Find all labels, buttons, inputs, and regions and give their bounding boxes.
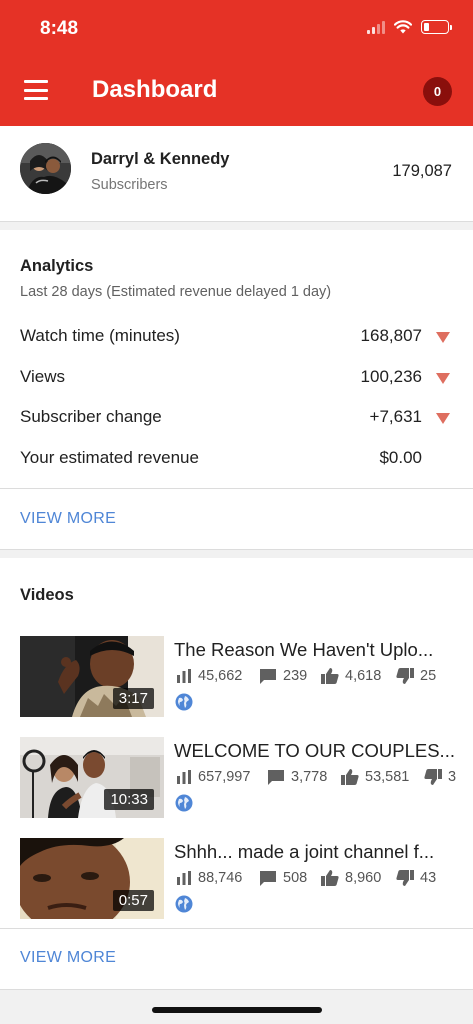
comments-stat: 239 xyxy=(259,668,307,684)
video-thumbnail[interactable]: 3:17 xyxy=(20,636,164,717)
metric-value: 100,236 xyxy=(360,367,422,386)
comments-stat: 508 xyxy=(259,870,307,886)
dislike-count: 3 xyxy=(448,769,457,785)
metric-label: Watch time (minutes) xyxy=(20,326,180,345)
comment-count: 3,778 xyxy=(291,769,328,785)
video-title[interactable]: The Reason We Haven't Uplo... xyxy=(174,639,456,661)
like-count: 4,618 xyxy=(345,668,382,684)
video-title[interactable]: Shhh... made a joint channel f... xyxy=(174,841,456,863)
like-count: 53,581 xyxy=(365,769,410,785)
app-header: 8:48 Dashboard 0 xyxy=(0,0,473,126)
video-stats: 88,746 508 8,960 43 xyxy=(174,870,464,890)
thumbs-up-icon xyxy=(341,769,359,785)
video-duration: 10:33 xyxy=(104,789,154,810)
video-thumbnail[interactable]: 0:57 xyxy=(20,838,164,919)
video-item[interactable]: 10:33 WELCOME TO OUR COUPLES... 657,997 … xyxy=(0,737,473,819)
video-item[interactable]: 0:57 Shhh... made a joint channel f... 8… xyxy=(0,838,473,920)
video-item[interactable]: 3:17 The Reason We Haven't Uplo... 45,66… xyxy=(0,636,473,718)
views-stat: 657,997 xyxy=(176,769,250,785)
comments-stat: 3,778 xyxy=(267,769,327,785)
thumbs-up-icon xyxy=(321,870,339,886)
video-title[interactable]: WELCOME TO OUR COUPLES... xyxy=(174,740,456,762)
analytics-view-more-button[interactable]: VIEW MORE xyxy=(20,510,116,528)
status-icons xyxy=(367,20,452,34)
divider xyxy=(0,488,473,489)
video-stats: 657,997 3,778 53,581 3 xyxy=(174,769,464,789)
dislike-count: 25 xyxy=(420,668,437,684)
view-count: 45,662 xyxy=(198,668,243,684)
menu-button[interactable] xyxy=(24,80,48,100)
metric-views: Views 100,236 xyxy=(20,367,453,393)
bar-chart-icon xyxy=(177,871,191,885)
metric-estimated-revenue: Your estimated revenue $0.00 xyxy=(20,448,453,474)
globe-icon xyxy=(175,794,193,812)
likes-stat: 53,581 xyxy=(341,769,409,785)
video-stats: 45,662 239 4,618 25 xyxy=(174,668,464,688)
thumbs-down-icon xyxy=(396,668,414,684)
subscribers-label: Subscribers xyxy=(91,177,168,193)
views-stat: 88,746 xyxy=(176,870,242,886)
thumbs-down-icon xyxy=(424,769,442,785)
videos-card: Videos 3:17 The Reason We Haven't Uplo..… xyxy=(0,558,473,990)
dislike-count: 43 xyxy=(420,870,437,886)
trend-down-icon xyxy=(436,373,450,384)
dislikes-stat: 43 xyxy=(396,870,436,886)
page-title: Dashboard xyxy=(92,76,218,103)
likes-stat: 4,618 xyxy=(321,668,381,684)
comment-icon xyxy=(260,871,276,886)
status-time: 8:48 xyxy=(40,18,79,39)
analytics-card: Analytics Last 28 days (Estimated revenu… xyxy=(0,230,473,550)
video-thumbnail[interactable]: 10:33 xyxy=(20,737,164,818)
notification-badge[interactable]: 0 xyxy=(423,77,452,106)
metric-label: Views xyxy=(20,367,66,386)
analytics-subtitle: Last 28 days (Estimated revenue delayed … xyxy=(20,284,332,300)
views-stat: 45,662 xyxy=(176,668,242,684)
comment-count: 508 xyxy=(283,870,308,886)
channel-card[interactable]: Darryl & Kennedy Subscribers 179,087 xyxy=(0,126,473,222)
video-duration: 0:57 xyxy=(112,890,154,911)
metric-label: Subscriber change xyxy=(20,407,162,426)
metric-value: $0.00 xyxy=(379,448,422,467)
home-indicator[interactable] xyxy=(152,1007,322,1013)
dislikes-stat: 25 xyxy=(396,668,436,684)
comment-count: 239 xyxy=(283,668,308,684)
thumbs-down-icon xyxy=(396,870,414,886)
bar-chart-icon xyxy=(177,669,191,683)
analytics-title: Analytics xyxy=(20,257,94,275)
videos-view-more-button[interactable]: VIEW MORE xyxy=(20,949,116,967)
like-count: 8,960 xyxy=(345,870,382,886)
likes-stat: 8,960 xyxy=(321,870,381,886)
globe-icon xyxy=(175,693,193,711)
cellular-signal-icon xyxy=(367,20,385,34)
thumbs-up-icon xyxy=(321,668,339,684)
trend-down-icon xyxy=(436,413,450,424)
comment-icon xyxy=(260,669,276,684)
view-count: 657,997 xyxy=(198,769,251,785)
divider xyxy=(0,928,473,929)
view-count: 88,746 xyxy=(198,870,243,886)
metric-watch-time: Watch time (minutes) 168,807 xyxy=(20,326,453,352)
videos-title: Videos xyxy=(20,586,74,604)
avatar xyxy=(20,143,71,194)
video-duration: 3:17 xyxy=(112,688,154,709)
metric-label: Your estimated revenue xyxy=(20,448,199,467)
battery-icon xyxy=(421,20,452,34)
metric-subscriber-change: Subscriber change +7,631 xyxy=(20,407,453,433)
metric-value: 168,807 xyxy=(360,326,422,345)
comment-icon xyxy=(268,770,284,785)
subscriber-count: 179,087 xyxy=(392,162,452,180)
metric-value: +7,631 xyxy=(369,407,422,426)
channel-name: Darryl & Kennedy xyxy=(91,150,230,168)
bar-chart-icon xyxy=(177,770,191,784)
wifi-icon xyxy=(394,20,412,34)
dislikes-stat: 3 xyxy=(424,769,456,785)
globe-icon xyxy=(175,895,193,913)
trend-down-icon xyxy=(436,332,450,343)
